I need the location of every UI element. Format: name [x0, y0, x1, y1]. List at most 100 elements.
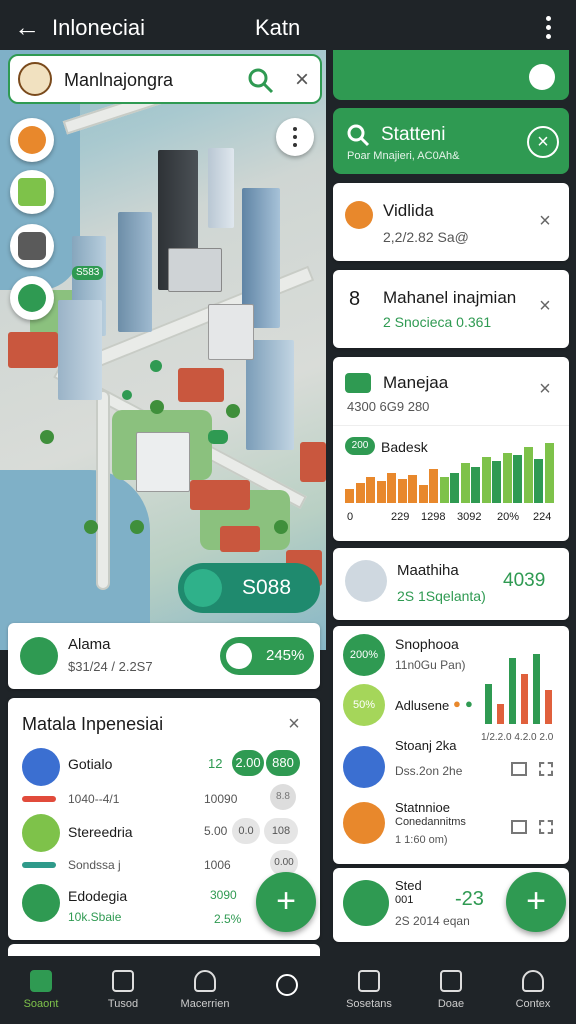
mini-chart-label: 1/2.2.0 4.2.0 2.0 — [481, 732, 554, 743]
map-search-bar[interactable]: Manlnajongra × — [8, 54, 322, 104]
leaf-button[interactable] — [10, 276, 54, 320]
madhina-card[interactable]: Maathiha 2S 1Sqelanta) 4039 — [333, 548, 569, 620]
nav-item-contex[interactable]: Contex — [492, 956, 574, 1024]
card-subtitle: 2S 2014 eqan — [395, 914, 470, 928]
nav-label: Macerrien — [180, 998, 230, 1010]
map-pin-label[interactable]: S583 — [72, 266, 104, 280]
map-pin[interactable] — [150, 360, 162, 372]
row-chip[interactable]: 108 — [264, 818, 298, 844]
search-icon[interactable] — [246, 66, 276, 96]
car-icon — [343, 746, 385, 788]
nav-label: Contex — [515, 998, 551, 1010]
more-vertical-icon[interactable] — [540, 12, 558, 44]
station-title: Mahanel inajmian — [383, 288, 517, 307]
calendar-icon[interactable] — [511, 762, 527, 776]
chart-bar — [544, 443, 554, 503]
nav-item-soaont[interactable]: Soaont — [0, 956, 82, 1024]
nav-label: Soaont — [23, 998, 59, 1010]
station-card[interactable]: Vidlida 2,2/2.82 Sa@ × — [333, 183, 569, 261]
house — [190, 480, 250, 510]
row-value: 2.5% — [214, 912, 242, 926]
bag-icon — [20, 637, 58, 675]
percent-pill[interactable]: 245% — [220, 637, 314, 675]
card-title: Matala Inpenesiai — [22, 714, 164, 734]
alama-card[interactable]: Alama $31/24 / 2.2S7 245% — [8, 623, 320, 689]
stat-dot: ● — [465, 696, 473, 711]
close-icon[interactable]: × — [527, 126, 559, 158]
building-icon — [343, 802, 385, 844]
tree — [226, 404, 240, 418]
tree — [274, 520, 288, 534]
stations-header: Statteni Poar Mnajieri, AC0Ah& × — [333, 108, 569, 174]
close-icon[interactable]: × — [535, 296, 555, 316]
grid-icon[interactable] — [539, 820, 553, 834]
map-more-button[interactable] — [276, 118, 314, 156]
page-title: Katn — [255, 15, 301, 40]
home-icon — [30, 970, 52, 992]
search-icon — [276, 974, 298, 996]
map-pin[interactable] — [122, 390, 132, 400]
divider — [333, 425, 569, 426]
close-icon[interactable]: × — [286, 64, 318, 96]
chart-bar — [366, 477, 375, 503]
no-entry-icon — [345, 201, 373, 229]
add-button[interactable]: + — [256, 872, 316, 932]
top-app-bar: ← Inloneciai Katn — [0, 0, 576, 56]
row-chip[interactable]: 880 — [266, 750, 300, 776]
mini-chart-bar — [545, 690, 552, 724]
progress-bar — [22, 862, 56, 868]
document-icon — [440, 970, 462, 992]
card-title: Maathiha — [397, 562, 459, 579]
station-card[interactable]: 8 Mahanel inajmian 2 Snocieca 0.361 × — [333, 270, 569, 348]
camera-icon — [18, 232, 46, 260]
house — [8, 332, 58, 368]
tree — [150, 400, 164, 414]
row-name: Stereedria — [68, 824, 133, 840]
tv-icon — [18, 178, 46, 206]
map-pin[interactable] — [208, 430, 228, 444]
compass-button[interactable] — [10, 118, 54, 162]
tree — [40, 430, 54, 444]
chart-tick-label: 3092 — [457, 511, 482, 523]
stat-badge: 50% — [343, 684, 385, 726]
tree — [130, 520, 144, 534]
search-icon[interactable] — [345, 122, 371, 148]
arrow-left-icon[interactable]: ← — [14, 12, 40, 42]
chart-bar — [345, 489, 354, 503]
row-value: 12 — [208, 756, 223, 771]
station-chart-card[interactable]: Manejaa 4300 6G9 280 × 200 Badesk 0 229 12… — [333, 357, 569, 541]
close-icon[interactable]: × — [535, 379, 555, 399]
mini-chart-bar — [497, 704, 504, 724]
add-button[interactable]: + — [506, 872, 566, 932]
close-icon[interactable]: × — [535, 211, 555, 231]
tree — [84, 520, 98, 534]
building — [136, 432, 190, 492]
chart-bar — [450, 473, 459, 503]
info-icon[interactable] — [529, 64, 555, 90]
chart-tick-label: 20% — [497, 511, 520, 523]
nav-label: Sosetans — [346, 998, 392, 1010]
price-pill[interactable]: S088 — [178, 563, 320, 613]
stat-badge: 200% — [343, 634, 385, 676]
document-icon — [343, 880, 389, 926]
tv-button[interactable] — [10, 170, 54, 214]
nav-item-doae[interactable]: Doae — [410, 956, 492, 1024]
row-chip[interactable]: 8.8 — [270, 784, 296, 810]
close-icon[interactable]: × — [284, 714, 304, 734]
nav-item-macerrien[interactable]: Macerrien — [164, 956, 246, 1024]
camera-button[interactable] — [10, 224, 54, 268]
percent-value: 245% — [266, 647, 305, 664]
nav-item-tusod[interactable]: Tusod — [82, 956, 164, 1024]
nav-item-search[interactable] — [246, 956, 328, 1024]
row-chip[interactable]: 0.0 — [232, 818, 260, 844]
calendar-icon[interactable] — [511, 820, 527, 834]
nav-item-sosetans[interactable]: Sosetans — [328, 956, 410, 1024]
grid-icon[interactable] — [539, 762, 553, 776]
chart-tick-label: 0 — [347, 511, 354, 523]
station-subtitle: 2,2/2.82 Sa@ — [383, 229, 469, 245]
row-chip[interactable]: 2.00 — [232, 750, 264, 776]
card-value: 4039 — [503, 570, 546, 591]
station-title: Manejaa — [383, 373, 449, 392]
search-input[interactable]: Manlnajongra — [64, 70, 173, 90]
mini-chart-bar — [521, 674, 528, 724]
